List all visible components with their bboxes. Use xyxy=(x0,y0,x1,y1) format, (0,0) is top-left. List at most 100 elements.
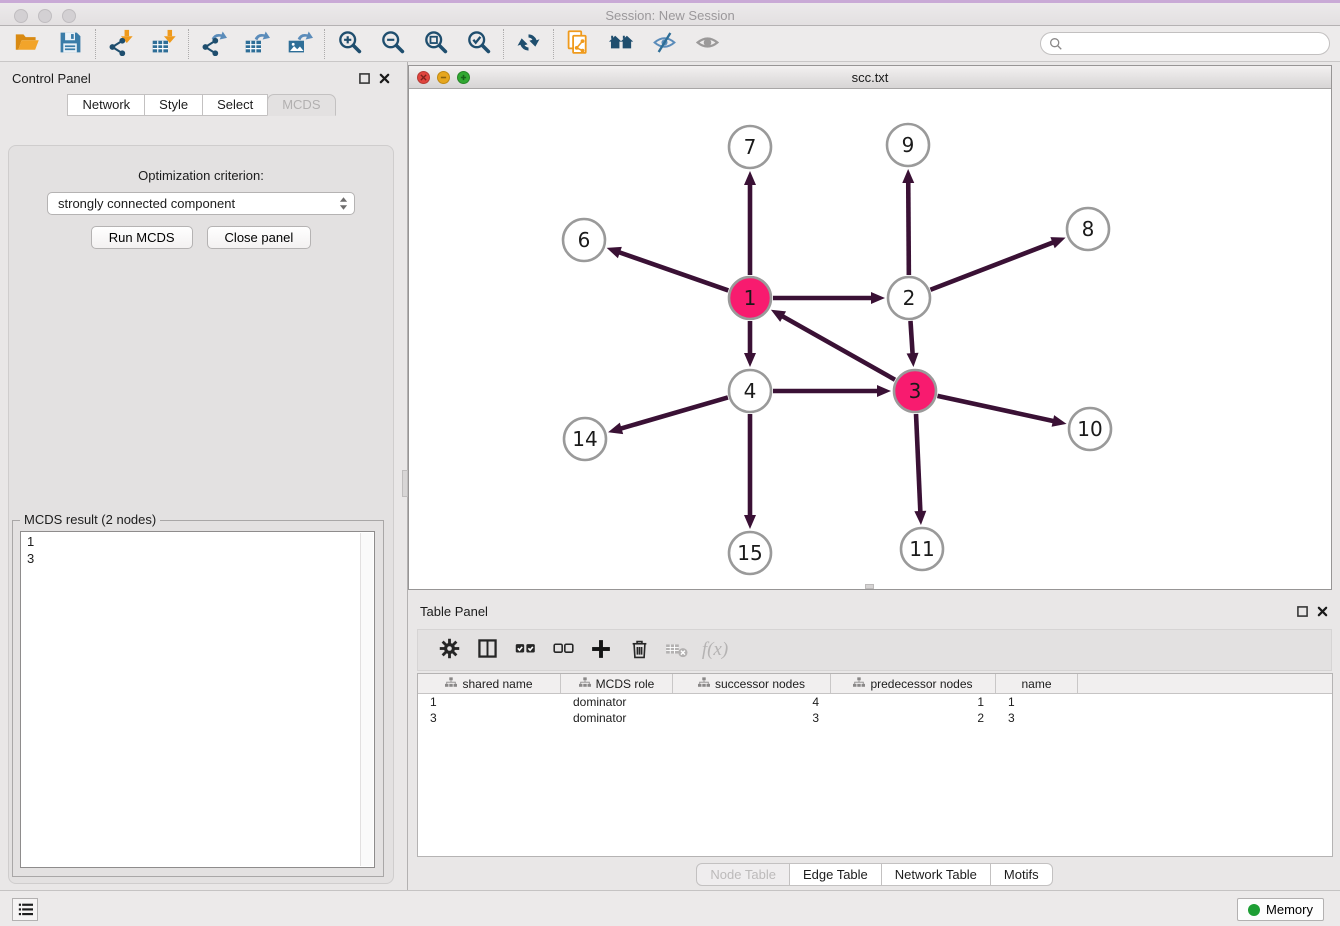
graph-edge-2-3[interactable] xyxy=(907,321,919,367)
table-cell[interactable]: 3 xyxy=(418,710,561,726)
tab-edge-table[interactable]: Edge Table xyxy=(789,863,882,886)
show-all-button[interactable] xyxy=(686,28,729,60)
table-row[interactable]: 3dominator323 xyxy=(418,710,1332,726)
delete-row-button[interactable] xyxy=(620,632,658,668)
graph-edge-2-8[interactable] xyxy=(930,237,1065,290)
graph-node-11[interactable]: 11 xyxy=(901,528,943,570)
table-cell[interactable]: 3 xyxy=(996,710,1078,726)
graph-node-1[interactable]: 1 xyxy=(729,277,771,319)
graph-node-14[interactable]: 14 xyxy=(564,418,606,460)
import-network-button[interactable] xyxy=(99,28,142,60)
horizontal-splitter-handle[interactable] xyxy=(865,584,874,589)
zoom-in-button[interactable] xyxy=(328,28,371,60)
zoom-out-button[interactable] xyxy=(371,28,414,60)
graph-node-6[interactable]: 6 xyxy=(563,219,605,261)
graph-edge-1-4[interactable] xyxy=(744,321,756,367)
column-header-label: predecessor nodes xyxy=(870,677,972,691)
export-image-button[interactable] xyxy=(278,28,321,60)
graph-edge-1-6[interactable] xyxy=(607,247,729,291)
float-panel-icon[interactable] xyxy=(359,73,370,84)
graph-node-9[interactable]: 9 xyxy=(887,124,929,166)
graph-node-4[interactable]: 4 xyxy=(729,370,771,412)
graph-node-15[interactable]: 15 xyxy=(729,532,771,574)
graph-node-7[interactable]: 7 xyxy=(729,126,771,168)
graph-edge-4-15[interactable] xyxy=(744,414,756,529)
close-table-panel-icon[interactable] xyxy=(1317,606,1328,617)
table-cell[interactable]: 2 xyxy=(831,710,996,726)
network-close-button[interactable] xyxy=(417,71,430,84)
table-cell[interactable]: 1 xyxy=(831,694,996,710)
first-neighbors-button[interactable] xyxy=(600,28,643,60)
import-table-button[interactable] xyxy=(142,28,185,60)
column-header-mcds-role[interactable]: MCDS role xyxy=(561,674,673,693)
zoom-fit-button[interactable] xyxy=(414,28,457,60)
column-header-predecessor-nodes[interactable]: predecessor nodes xyxy=(831,674,996,693)
show-columns-button[interactable] xyxy=(468,632,506,668)
table-cell[interactable]: 3 xyxy=(673,710,831,726)
delete-table-icon xyxy=(665,639,689,662)
graph-edge-3-10[interactable] xyxy=(937,396,1066,427)
show-all-icon xyxy=(694,29,721,59)
graph-edge-3-1[interactable] xyxy=(771,310,895,380)
close-panel-button[interactable]: Close panel xyxy=(207,226,312,249)
graph-edge-1-2[interactable] xyxy=(773,292,885,304)
table-cell[interactable]: dominator xyxy=(561,710,673,726)
tab-style[interactable]: Style xyxy=(144,94,203,116)
graph-node-8[interactable]: 8 xyxy=(1067,208,1109,250)
tab-motifs[interactable]: Motifs xyxy=(990,863,1053,886)
memory-button[interactable]: Memory xyxy=(1237,898,1324,921)
tab-select[interactable]: Select xyxy=(202,94,268,116)
open-session-button[interactable] xyxy=(6,28,49,60)
result-scrollbar[interactable] xyxy=(360,533,373,866)
zoom-fit-icon xyxy=(422,29,449,59)
select-all-button[interactable] xyxy=(506,632,544,668)
export-image-icon xyxy=(286,29,313,59)
close-panel-icon[interactable] xyxy=(379,73,390,84)
hide-selected-button[interactable] xyxy=(643,28,686,60)
column-header-name[interactable]: name xyxy=(996,674,1078,693)
search-field[interactable] xyxy=(1040,32,1330,55)
task-history-button[interactable] xyxy=(12,898,38,921)
first-neighbors-icon xyxy=(608,29,635,59)
graph-edge-4-3[interactable] xyxy=(773,385,891,397)
search-input[interactable] xyxy=(1068,35,1329,53)
column-header-shared-name[interactable]: shared name xyxy=(418,674,561,693)
criterion-dropdown[interactable]: strongly connected component xyxy=(47,192,355,215)
add-row-button[interactable] xyxy=(582,632,620,668)
network-canvas[interactable]: 7 9 6 8 1 2 4 3 14 10 15 11 xyxy=(409,89,1331,589)
mcds-result-title: MCDS result (2 nodes) xyxy=(20,512,160,527)
settings-button[interactable] xyxy=(430,632,468,668)
toolbar-buttons xyxy=(6,26,729,61)
save-session-button[interactable] xyxy=(49,28,92,60)
graph-edge-2-9[interactable] xyxy=(902,169,914,275)
graph-edge-1-7[interactable] xyxy=(744,171,756,275)
table-cell[interactable]: 1 xyxy=(418,694,561,710)
float-table-panel-icon[interactable] xyxy=(1297,606,1308,617)
graph-edge-4-14[interactable] xyxy=(608,397,728,434)
refresh-button[interactable] xyxy=(507,28,550,60)
tab-node-table[interactable]: Node Table xyxy=(696,863,790,886)
table-cell[interactable]: 1 xyxy=(996,694,1078,710)
run-mcds-button[interactable]: Run MCDS xyxy=(91,226,193,249)
mcds-result-text[interactable]: 13 xyxy=(20,531,375,868)
graph-node-10[interactable]: 10 xyxy=(1069,408,1111,450)
network-maximize-button[interactable] xyxy=(457,71,470,84)
tab-mcds[interactable]: MCDS xyxy=(267,94,335,116)
tab-network[interactable]: Network xyxy=(67,94,145,116)
table-row[interactable]: 1dominator411 xyxy=(418,694,1332,710)
graph-node-3[interactable]: 3 xyxy=(894,370,936,412)
tab-network-table[interactable]: Network Table xyxy=(881,863,991,886)
control-panel: Control Panel NetworkStyleSelectMCDS Opt… xyxy=(0,62,402,890)
graph-node-2[interactable]: 2 xyxy=(888,277,930,319)
zoom-selected-button[interactable] xyxy=(457,28,500,60)
table-cell[interactable]: dominator xyxy=(561,694,673,710)
column-header-successor-nodes[interactable]: successor nodes xyxy=(673,674,831,693)
clone-network-button[interactable] xyxy=(557,28,600,60)
table-panel-title: Table Panel xyxy=(420,604,488,619)
deselect-all-button[interactable] xyxy=(544,632,582,668)
table-cell[interactable]: 4 xyxy=(673,694,831,710)
export-table-button[interactable] xyxy=(235,28,278,60)
graph-edge-3-11[interactable] xyxy=(914,414,926,525)
export-network-button[interactable] xyxy=(192,28,235,60)
network-minimize-button[interactable] xyxy=(437,71,450,84)
